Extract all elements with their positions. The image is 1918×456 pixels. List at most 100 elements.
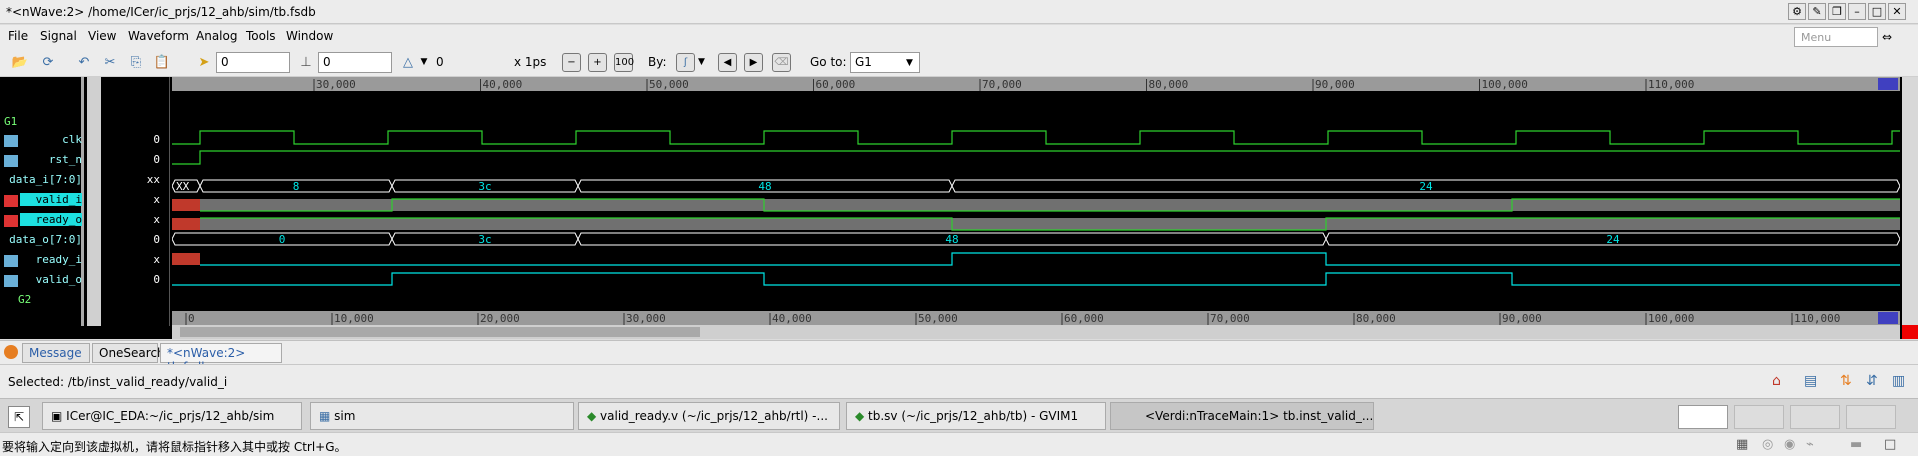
vertical-scrollbar[interactable] xyxy=(1902,77,1918,339)
menu-waveform[interactable]: Waveform xyxy=(128,29,189,43)
network-icon: ◎ xyxy=(1762,437,1774,452)
wave-ready-i xyxy=(200,252,1900,266)
tab-message[interactable]: Message xyxy=(22,343,90,363)
toolbar: 📂 ⟳ ↶ ✂ ⎘ 📋 ➤ 0 ⊥ 0 △ ▼ 0 x 1ps − + 100 … xyxy=(0,49,1918,77)
signal-name-clk[interactable]: clk xyxy=(20,133,82,146)
pin-icon[interactable]: ✎ xyxy=(1808,3,1826,20)
task-tb-sv[interactable]: ◆ tb.sv (~/ic_prjs/12_ahb/tb) - GVIM1 xyxy=(846,402,1106,430)
signal-name-valid-i[interactable]: valid_i xyxy=(20,193,82,206)
goto-dropdown-icon[interactable]: ▼ xyxy=(906,58,913,68)
menu-scroll-icon[interactable]: ⇔ xyxy=(1882,30,1892,44)
paste-icon[interactable]: 📋 xyxy=(152,53,172,72)
search-back-icon[interactable]: ◀ xyxy=(718,53,737,72)
tab-bar: Message OneSearch *<nWave:2> tb.fsdb xyxy=(0,340,1918,374)
clear-search-icon[interactable]: ⌫ xyxy=(772,53,791,72)
menu-view[interactable]: View xyxy=(88,29,116,43)
wave-data-i-value: 24 xyxy=(1419,180,1433,193)
undo-icon[interactable]: ↶ xyxy=(74,53,94,72)
vm-hint-bar: 要将输入定向到该虚拟机，请将鼠标指针移入其中或按 Ctrl+G。 ▦ ◎ ◉ ⌁… xyxy=(0,432,1918,456)
signal-name-data-o[interactable]: data_o[7:0] xyxy=(2,233,82,246)
menu-file[interactable]: File xyxy=(8,29,28,43)
ruler-label: 80,000 xyxy=(1356,312,1396,325)
sort-icon[interactable]: ⇅ xyxy=(1840,373,1852,389)
wave-data-o-value: 3c xyxy=(478,233,491,246)
ruler-label: 90,000 xyxy=(1502,312,1542,325)
delta-dropdown-icon[interactable]: ▼ xyxy=(414,53,434,72)
ruler-label: 20,000 xyxy=(480,312,520,325)
task-valid-ready[interactable]: ◆ valid_ready.v (~/ic_prjs/12_ahb/rtl) -… xyxy=(578,402,840,430)
signal-name-ready-i[interactable]: ready_i xyxy=(20,253,82,266)
horizontal-scroll-thumb[interactable] xyxy=(180,327,700,337)
tab-nwave[interactable]: *<nWave:2> tb.fsdb xyxy=(160,343,282,374)
name-pane-scrollbar[interactable] xyxy=(87,77,101,326)
zoom-in-icon[interactable]: + xyxy=(588,53,607,72)
cursor-time-field[interactable]: 0 xyxy=(216,52,290,73)
marker-time-field[interactable]: 0 xyxy=(318,52,392,73)
signal-name-ready-o[interactable]: ready_o xyxy=(20,213,82,226)
vm-hint-text: 要将输入定向到该虚拟机，请将鼠标指针移入其中或按 Ctrl+G。 xyxy=(2,440,347,454)
search-by-signal-icon[interactable]: ʃ xyxy=(676,53,695,72)
by-dropdown-icon[interactable]: ▼ xyxy=(698,57,705,67)
home-icon[interactable]: ⌂ xyxy=(1772,373,1781,389)
menu-tools[interactable]: Tools xyxy=(246,29,276,43)
signal-value-valid-o: 0 xyxy=(153,273,160,286)
wave-data-i-value: 48 xyxy=(758,180,771,193)
bottom-ruler xyxy=(172,311,1900,325)
waveform-canvas[interactable]: 30,000 40,000 50,000 60,000 70,000 80,000 90,0… xyxy=(172,77,1900,339)
minimize-icon[interactable]: – xyxy=(1848,3,1866,20)
task-verdi-trace[interactable]: <Verdi:nTraceMain:1> tb.inst_valid_... xyxy=(1110,402,1374,430)
sidebar-icon[interactable]: ▥ xyxy=(1892,373,1905,389)
port-icon xyxy=(4,155,18,167)
copy-icon[interactable]: ⎘ xyxy=(126,53,146,72)
port-icon xyxy=(4,135,18,147)
task-sim[interactable]: ▦ sim xyxy=(310,402,574,430)
signal-value-clk: 0 xyxy=(153,133,160,146)
menu-analog[interactable]: Analog xyxy=(196,29,237,43)
menu-window[interactable]: Window xyxy=(286,29,333,43)
window-title: *<nWave:2> /home/ICer/ic_prjs/12_ahb/sim… xyxy=(6,5,316,19)
workspace-2[interactable] xyxy=(1734,405,1784,429)
workspace-4[interactable] xyxy=(1846,405,1896,429)
show-desktop-icon[interactable]: ⇱ xyxy=(8,406,30,428)
port-icon xyxy=(4,215,18,227)
task-terminal[interactable]: ▣ ICer@IC_EDA:~/ic_prjs/12_ahb/sim xyxy=(42,402,302,430)
float-icon[interactable]: ❐ xyxy=(1828,3,1846,20)
tab-onesearch[interactable]: OneSearch xyxy=(92,343,165,363)
ruler-label: 100,000 xyxy=(1482,78,1528,91)
wave-valid-i-x xyxy=(172,199,200,211)
workspace-1[interactable] xyxy=(1678,405,1728,429)
port-icon xyxy=(4,195,18,207)
wave-ready-i-x xyxy=(172,253,200,265)
menu-search-input[interactable]: Menu xyxy=(1794,27,1878,47)
time-unit: x 1ps xyxy=(514,55,547,69)
group-g1-label[interactable]: G1 xyxy=(4,115,17,128)
terminal-icon: ▣ xyxy=(51,409,67,423)
signal-name-valid-o[interactable]: valid_o xyxy=(20,273,82,286)
cursor-tool-icon[interactable]: ➤ xyxy=(194,53,214,72)
workspace-3[interactable] xyxy=(1790,405,1840,429)
open-folder-icon[interactable]: 📂 xyxy=(10,53,30,72)
reload-icon[interactable]: ⟳ xyxy=(38,53,58,72)
signal-name-data-i[interactable]: data_i[7:0] xyxy=(2,173,82,186)
sort-alt-icon[interactable]: ⇵ xyxy=(1866,373,1878,389)
ruler-marker xyxy=(1878,78,1898,90)
zoom-fit-icon[interactable]: 100 xyxy=(614,53,634,72)
fullscreen-icon[interactable]: □ xyxy=(1884,437,1896,452)
settings-icon[interactable]: ⚙ xyxy=(1788,3,1806,20)
menu-signal[interactable]: Signal xyxy=(40,29,77,43)
cut-icon[interactable]: ✂ xyxy=(100,53,120,72)
ruler-label: 100,000 xyxy=(1648,312,1694,325)
printer-icon: ▬ xyxy=(1850,437,1863,452)
task-valid-ready-label: valid_ready.v (~/ic_prjs/12_ahb/rtl) -..… xyxy=(600,409,828,423)
close-icon[interactable]: ✕ xyxy=(1888,3,1906,20)
layout-icon[interactable]: ▤ xyxy=(1804,373,1817,389)
marker-icon[interactable]: ⊥ xyxy=(296,53,316,72)
message-icon xyxy=(4,345,18,359)
gvim-icon: ◆ xyxy=(855,409,869,423)
maximize-icon[interactable]: □ xyxy=(1868,3,1886,20)
zoom-out-icon[interactable]: − xyxy=(562,53,581,72)
group-g2-label[interactable]: G2 xyxy=(18,293,31,306)
selected-signal-status: Selected: /tb/inst_valid_ready/valid_i xyxy=(8,375,228,389)
search-forward-icon[interactable]: ▶ xyxy=(744,53,763,72)
signal-name-rst-n[interactable]: rst_n xyxy=(20,153,82,166)
